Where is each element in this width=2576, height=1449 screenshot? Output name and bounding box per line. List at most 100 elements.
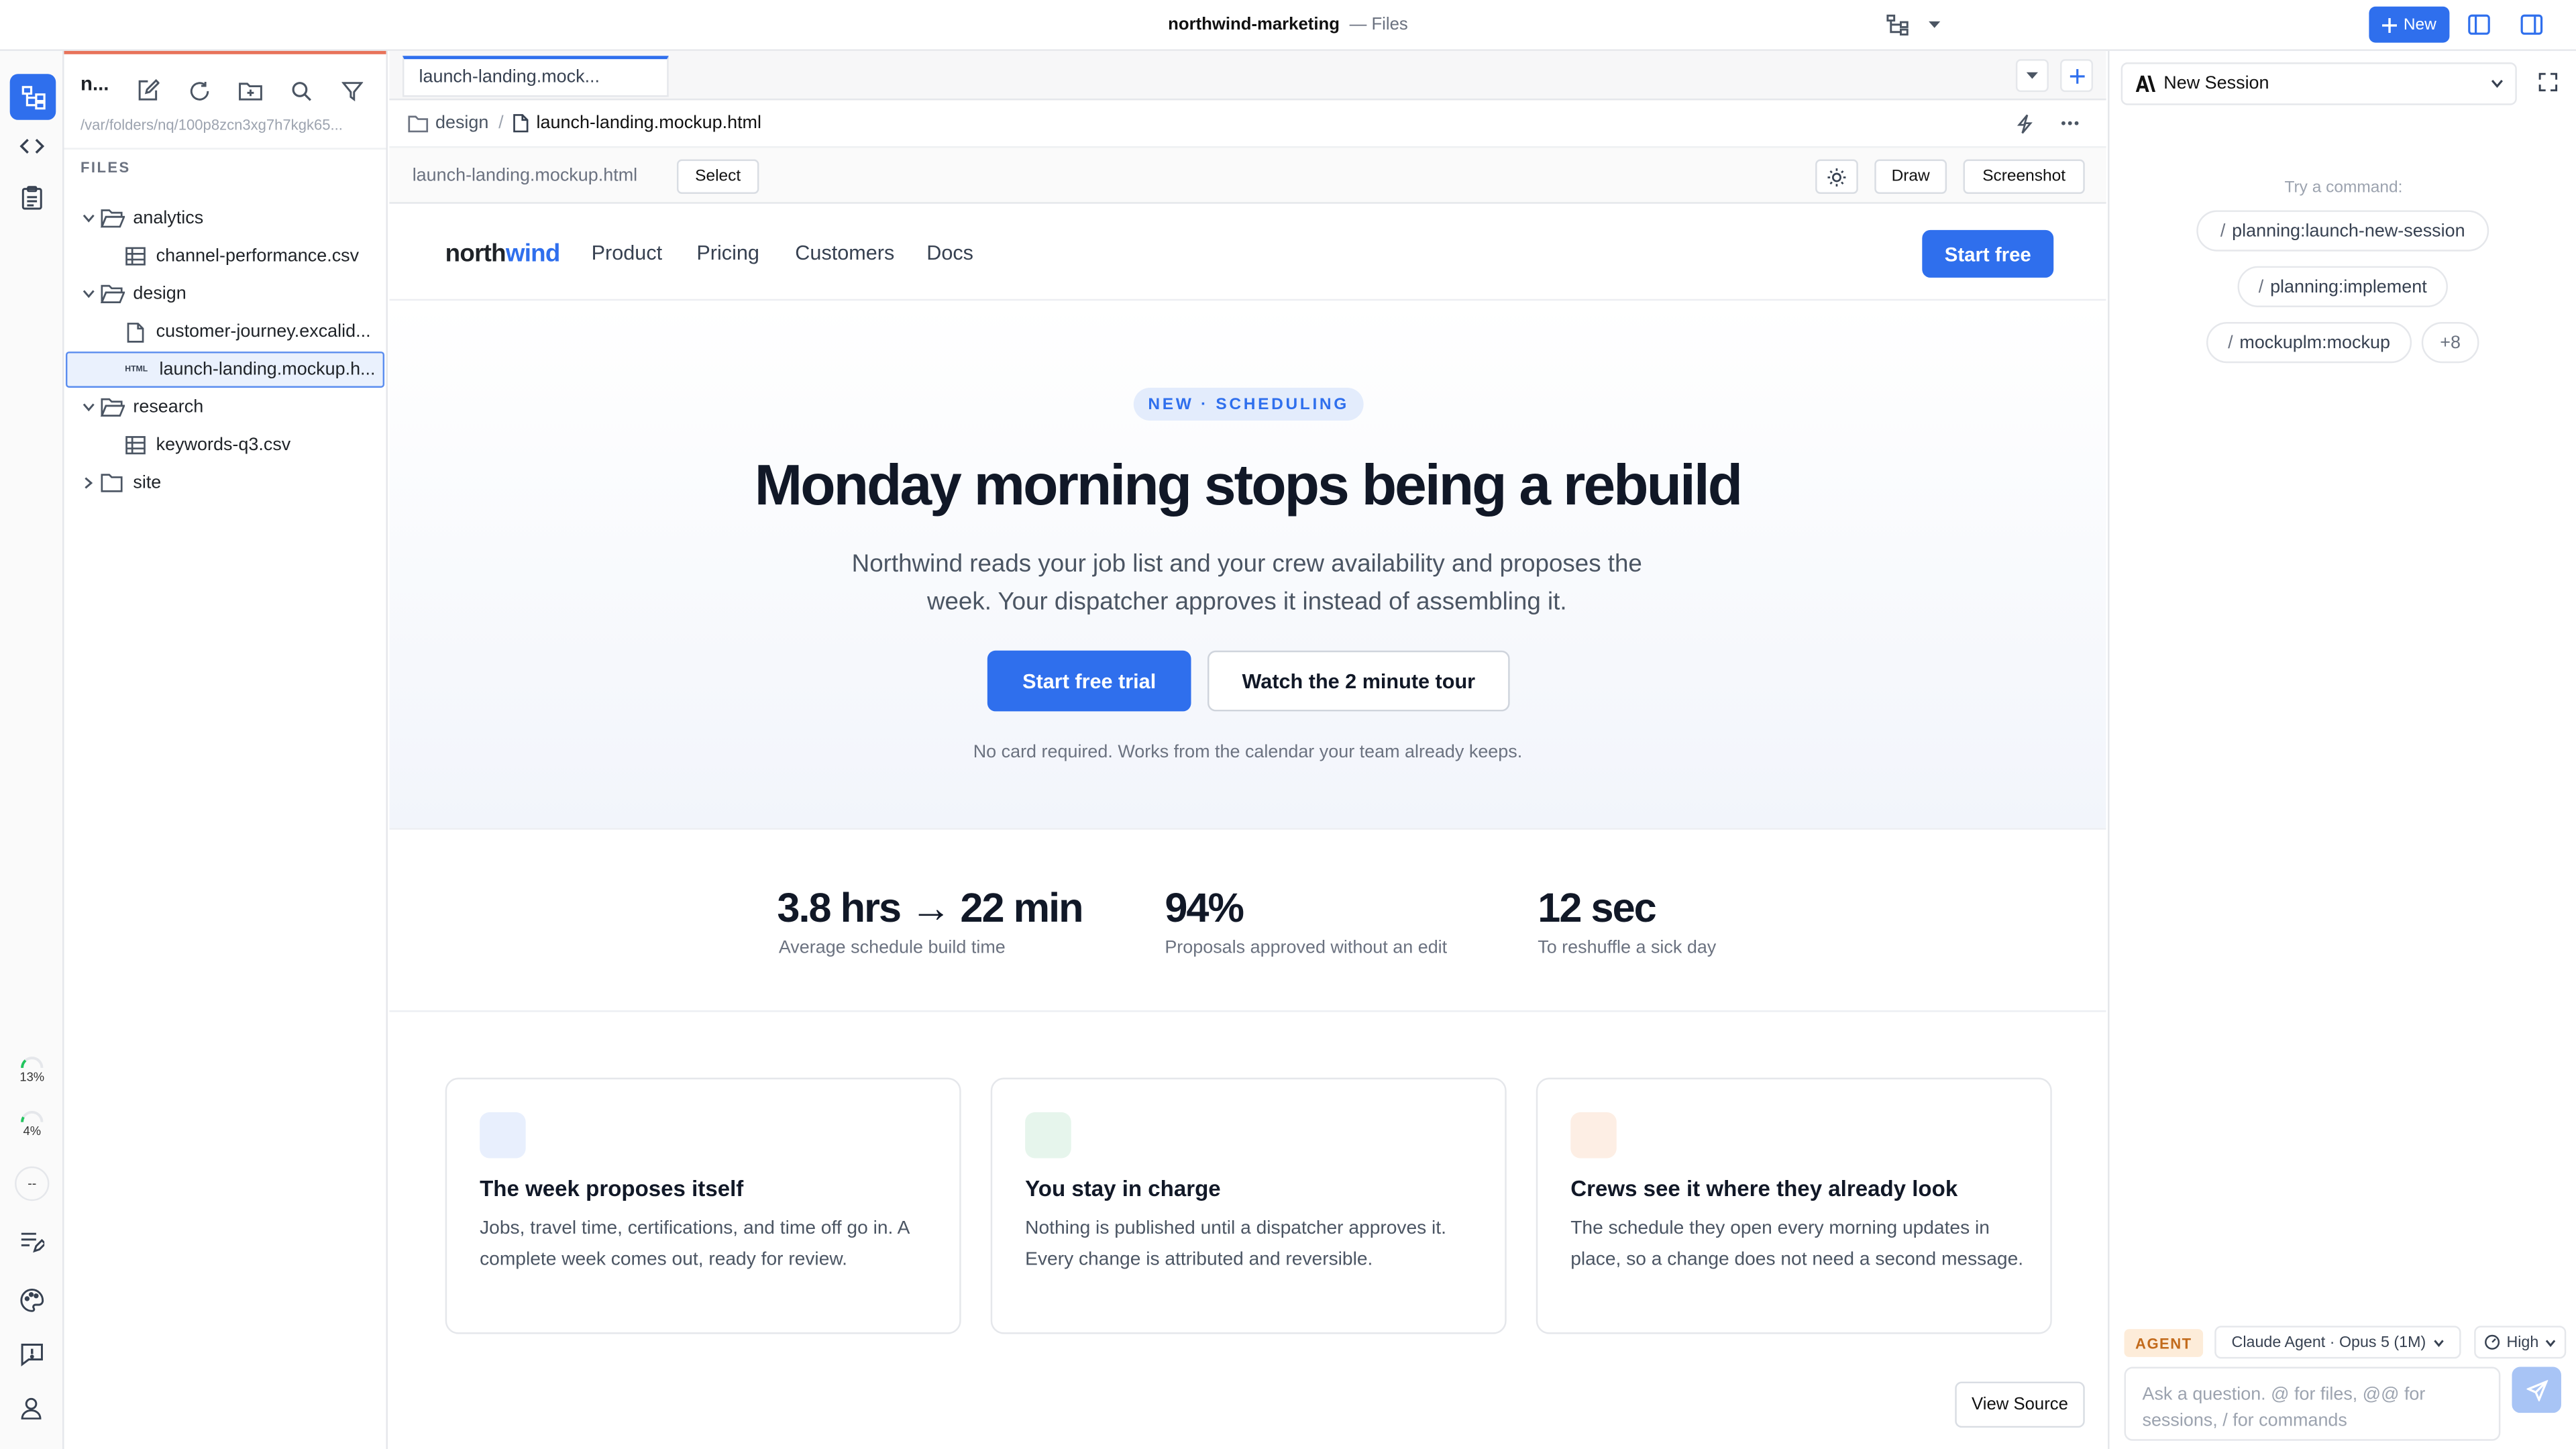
tree-folder-analytics[interactable]: analytics — [66, 202, 384, 235]
chevron-down-icon — [2491, 79, 2504, 89]
hero-section: NEW · SCHEDULING Monday morning stops be… — [389, 302, 2106, 828]
agent-tag[interactable]: AGENT — [2124, 1329, 2204, 1357]
edit-list-icon[interactable] — [13, 1224, 50, 1260]
files-section-label: FILES — [80, 159, 131, 176]
nav-link-customers[interactable]: Customers — [795, 241, 894, 264]
ask-input[interactable]: Ask a question. @ for files, @@ for sess… — [2124, 1366, 2501, 1441]
stat-label: To reshuffle a sick day — [1538, 938, 1717, 958]
account-icon[interactable] — [13, 1390, 50, 1426]
new-button[interactable]: New — [2369, 6, 2450, 43]
tab-list-button[interactable] — [2015, 59, 2049, 93]
html-file-icon: HTML — [125, 364, 148, 375]
start-free-button[interactable]: Start free — [1922, 229, 2054, 278]
lightning-icon[interactable] — [2016, 113, 2034, 135]
file-icon — [121, 321, 148, 343]
palette-icon[interactable] — [13, 1281, 50, 1318]
command-chip[interactable]: / planning:implement — [2237, 266, 2448, 307]
send-icon — [2526, 1379, 2548, 1401]
usage-value: 4% — [23, 1124, 42, 1139]
code-icon[interactable] — [13, 128, 50, 164]
feature-body: Jobs, travel time, certifications, and t… — [480, 1219, 909, 1269]
chevron-down-icon[interactable] — [79, 284, 99, 304]
tree-folder-site[interactable]: site — [66, 467, 384, 500]
nav-link-product[interactable]: Product — [592, 241, 663, 264]
draw-button[interactable]: Draw — [1874, 159, 1947, 194]
nav-link-pricing[interactable]: Pricing — [696, 241, 759, 264]
table-icon — [121, 245, 148, 268]
clipboard-icon[interactable] — [13, 179, 50, 215]
explorer-activity-icon[interactable] — [9, 74, 56, 120]
stat-label: Proposals approved without an edit — [1165, 938, 1448, 958]
stats-section: 3.8 hrs → 22 min Average schedule build … — [389, 828, 2106, 1012]
tab-launch-landing[interactable]: launch-landing.mock... — [402, 56, 669, 97]
chevron-down-icon[interactable] — [79, 398, 99, 417]
theme-toggle-button[interactable] — [1815, 159, 1858, 194]
watch-tour-button[interactable]: Watch the 2 minute tour — [1208, 650, 1510, 712]
file-icon — [513, 113, 529, 133]
tree-file-customer-journey[interactable]: customer-journey.excalid... — [66, 315, 384, 348]
folder-open-icon — [99, 207, 125, 230]
more-options-icon[interactable] — [2060, 120, 2080, 127]
toggle-right-sidebar-icon[interactable] — [2520, 13, 2543, 36]
expand-icon[interactable] — [2538, 72, 2558, 92]
breadcrumb-file[interactable]: launch-landing.mockup.html — [537, 113, 761, 133]
chevron-right-icon[interactable] — [79, 473, 99, 492]
feature-body: Nothing is published until a dispatcher … — [1025, 1219, 1446, 1269]
tree-file-channel-performance[interactable]: channel-performance.csv — [66, 240, 384, 273]
effort-selector[interactable]: High — [2474, 1326, 2567, 1359]
chevron-down-icon[interactable] — [1927, 18, 1942, 32]
session-selector[interactable]: New Session — [2121, 62, 2517, 105]
agent-panel: New Session Try a command: / planning:lau… — [2108, 50, 2576, 1449]
agent-controls: AGENT Claude Agent · Opus 5 (1M) High — [2109, 1322, 2576, 1365]
sun-icon — [1827, 167, 1846, 186]
refresh-icon[interactable] — [182, 74, 215, 107]
chevron-down-icon[interactable] — [79, 209, 99, 228]
send-button[interactable] — [2512, 1366, 2561, 1413]
search-icon[interactable] — [284, 74, 317, 107]
feature-icon — [480, 1112, 526, 1159]
stat-label: Average schedule build time — [778, 938, 1006, 958]
workspace-path: /var/folders/nq/100p8zcn3xg7h7kgk65... — [80, 116, 343, 133]
stat-value: 12 sec — [1538, 885, 1656, 932]
new-file-icon[interactable] — [131, 74, 164, 107]
feature-title: You stay in charge — [1025, 1176, 1221, 1201]
feature-icon — [1025, 1112, 1071, 1159]
editor-area: launch-landing.mock... design / launch-l… — [389, 50, 2106, 1449]
select-button[interactable]: Select — [676, 159, 759, 194]
preview-toolbar: launch-landing.mockup.html Select Draw S… — [389, 146, 2106, 204]
feature-card: The week proposes itself Jobs, travel ti… — [445, 1077, 961, 1334]
new-tab-button[interactable] — [2060, 59, 2094, 93]
feature-icon — [1570, 1112, 1617, 1159]
gauge-icon — [2484, 1334, 2500, 1350]
window-title: northwind-marketing — Files — [1168, 15, 1408, 35]
explorer-divider — [64, 148, 386, 150]
tree-folder-design[interactable]: design — [66, 278, 384, 311]
site-logo[interactable]: northwind — [445, 240, 561, 268]
new-folder-icon[interactable] — [233, 74, 266, 107]
command-chip[interactable]: / mockuplm:mockup — [2206, 322, 2412, 364]
nav-link-docs[interactable]: Docs — [926, 241, 973, 264]
hero-fine-print: No card required. Works from the calenda… — [973, 742, 1523, 763]
breadcrumb-separator: / — [498, 113, 504, 133]
filter-icon[interactable] — [335, 74, 368, 107]
feedback-icon[interactable] — [13, 1336, 50, 1372]
anthropic-logo-icon — [2135, 75, 2156, 93]
tree-file-launch-landing[interactable]: HTML launch-landing.mockup.h... — [65, 352, 385, 388]
breadcrumb-folder[interactable]: design — [435, 113, 488, 133]
screenshot-button[interactable]: Screenshot — [1963, 159, 2085, 194]
file-explorer: n... /var/folders/nq/100p8zcn3xg7h7kgk65… — [64, 50, 388, 1449]
tree-folder-research[interactable]: research — [66, 391, 384, 424]
context-usage-value: 13% — [19, 1069, 45, 1085]
view-source-button[interactable]: View Source — [1955, 1381, 2085, 1428]
branch-graph-icon[interactable] — [1886, 13, 1909, 36]
tree-file-keywords[interactable]: keywords-q3.csv — [66, 429, 384, 462]
stat-value: 94% — [1165, 885, 1244, 932]
try-command-label: Try a command: — [2284, 178, 2403, 197]
start-free-trial-button[interactable]: Start free trial — [987, 650, 1191, 712]
workspace-name[interactable]: n... — [80, 72, 109, 95]
more-commands-chip[interactable]: +8 — [2421, 322, 2479, 364]
toggle-left-sidebar-icon[interactable] — [2467, 13, 2490, 36]
status-indicator[interactable]: -- — [15, 1166, 50, 1201]
model-selector[interactable]: Claude Agent · Opus 5 (1M) — [2214, 1326, 2461, 1359]
command-chip[interactable]: / planning:launch-new-session — [2196, 210, 2489, 252]
